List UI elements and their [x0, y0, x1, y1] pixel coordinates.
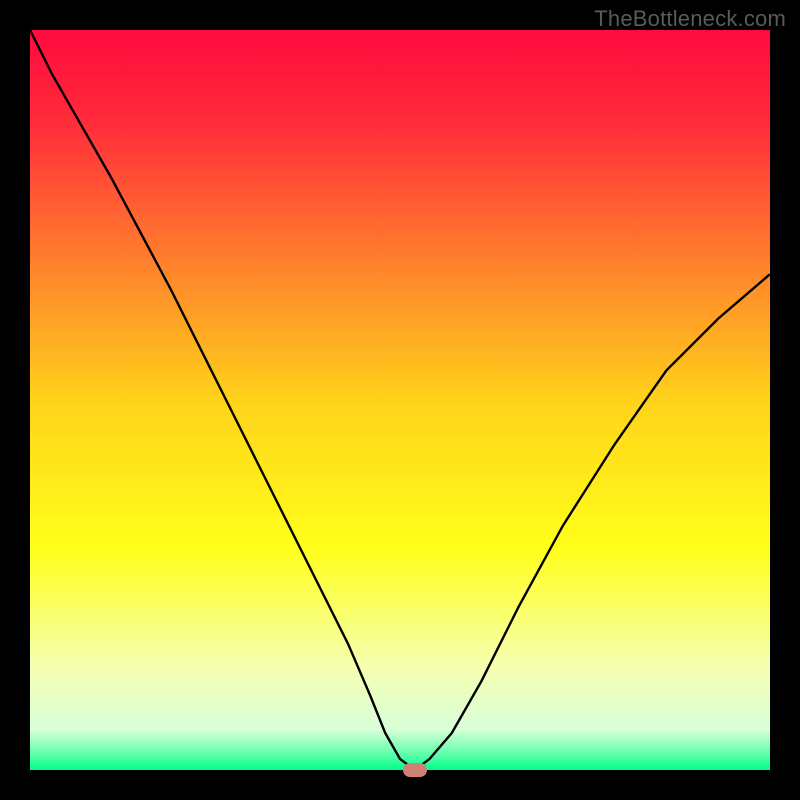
chart-svg	[30, 30, 770, 770]
watermark-text: TheBottleneck.com	[594, 6, 786, 32]
chart-background	[30, 30, 770, 770]
optimal-point-marker	[403, 763, 427, 777]
chart-area	[30, 30, 770, 770]
